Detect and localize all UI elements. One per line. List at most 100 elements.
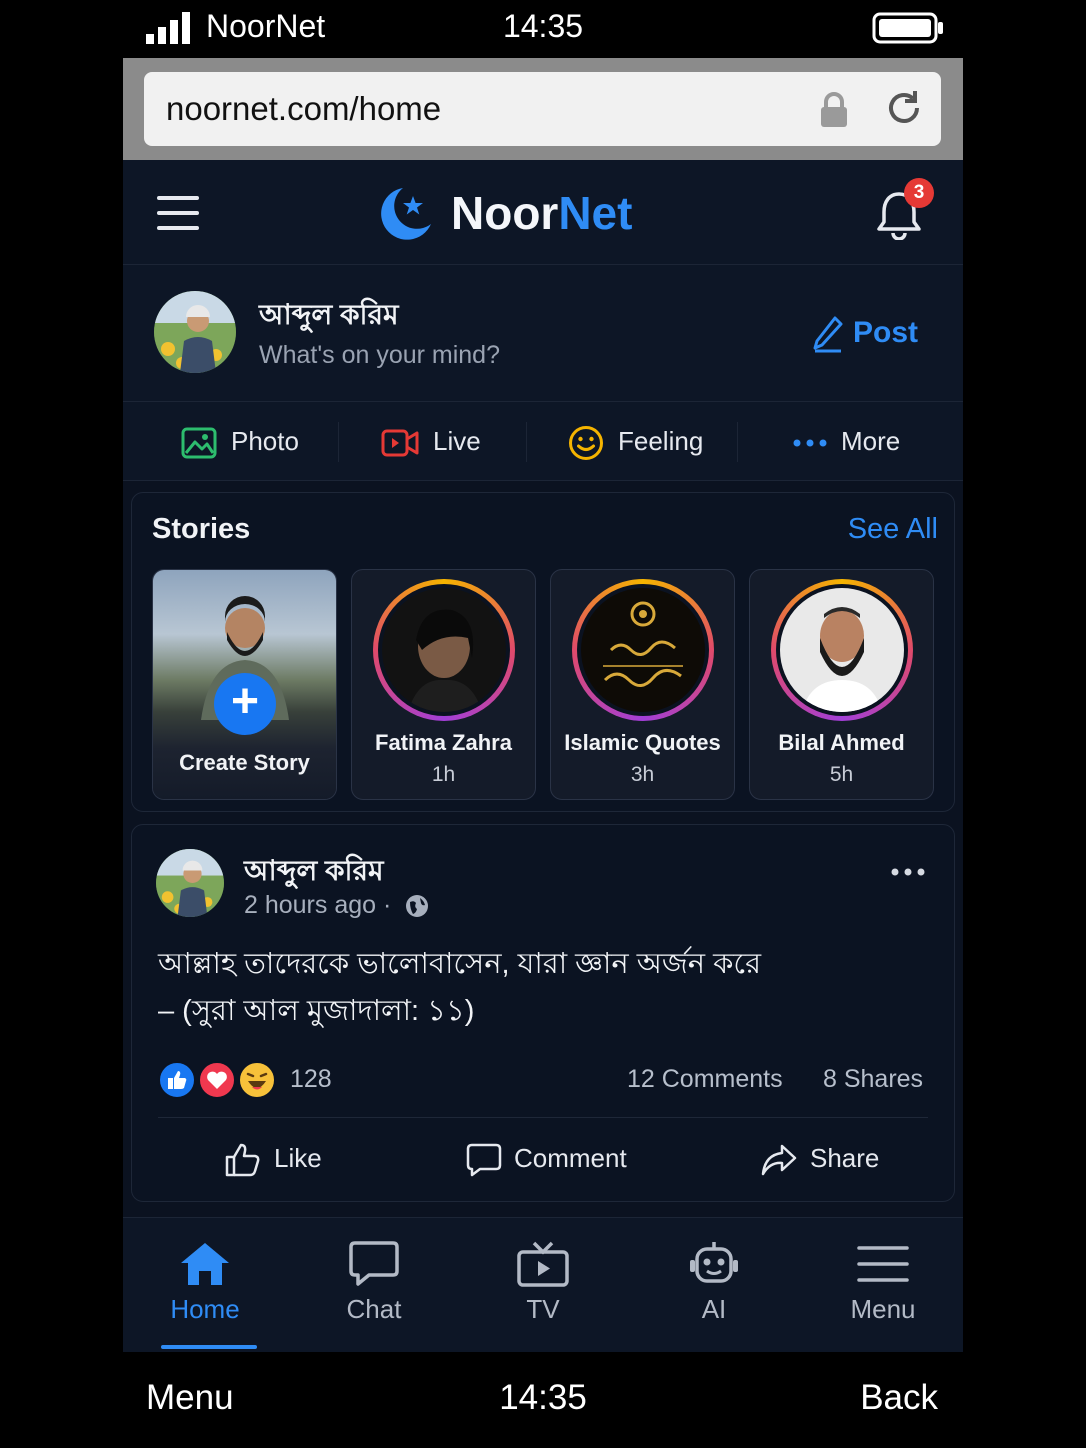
share-count[interactable]: 8 Shares [823,1065,923,1094]
brand-name: NoorNet [451,187,633,239]
app-header: NoorNet 3 [123,160,963,265]
active-tab-indicator [161,1345,257,1349]
address-bar[interactable]: noornet.com/home [144,72,941,146]
tab-home[interactable]: Home [145,1240,265,1325]
lock-icon [821,92,847,127]
tab-label: AI [701,1294,727,1324]
notification-badge[interactable]: 3 [904,178,934,208]
story-name: Islamic Quotes [564,730,721,755]
story-time: 3h [630,763,655,786]
haha-reaction-icon [238,1061,276,1099]
tab-ai[interactable]: AI [654,1240,774,1325]
post-composer: আব্দুল করিম What's on your mind? Post [123,265,963,402]
more-dots-icon [793,439,827,447]
more-action[interactable]: More [793,420,900,462]
create-story-label: Create Story [179,750,310,775]
comment-count[interactable]: 12 Comments [627,1065,783,1094]
smiley-icon [569,426,603,461]
love-reaction-icon [198,1061,236,1099]
tab-label: Home [170,1294,240,1324]
composer-user-name: আব্দুল করিম [259,299,399,330]
soft-key-bar: Menu 14:35 Back [0,1352,1086,1448]
menu-icon [857,1246,909,1282]
post-text-line: আল্লাহ তাদেরকে ভালোবাসেন, যারা জ্ঞান অর্… [158,948,762,980]
hamburger-menu-icon[interactable] [157,196,199,230]
post-meta: 2 hours ago · [244,891,430,920]
tab-label: Chat [346,1294,402,1324]
tab-chat[interactable]: Chat [314,1240,434,1325]
avatar[interactable] [154,291,236,373]
story-time: 1h [431,763,456,786]
story-name: Fatima Zahra [375,730,512,755]
comment-button[interactable]: Comment [466,1135,627,1181]
composer-prompt[interactable]: What's on your mind? [259,341,500,370]
story-avatar [780,588,904,712]
story-name: Bilal Ahmed [778,730,905,755]
app-screen: NoorNet 3 আব্দুল করিম What's on your min… [123,160,963,1352]
divider [158,1117,928,1118]
globe-icon [406,895,429,918]
photo-label: Photo [231,426,299,456]
comment-label: Comment [514,1143,627,1173]
pencil-icon [813,316,843,353]
post-button-label: Post [853,315,919,349]
tab-label: TV [526,1294,560,1324]
tab-label: Menu [850,1294,916,1324]
comment-icon [466,1143,502,1177]
post-options-icon[interactable] [890,867,926,877]
robot-icon [690,1242,738,1283]
tab-tv[interactable]: TV [483,1240,603,1325]
share-label: Share [810,1143,880,1173]
post-text-line: – (সুরা আল মুজাদালা: ১১) [158,995,475,1027]
stories-section: Stories See All + Create Story Fatima Za… [131,492,955,812]
photo-action[interactable]: Photo [181,420,299,462]
create-story-card[interactable]: + Create Story [152,569,337,800]
post-time: 2 hours ago · [244,891,392,919]
story-time: 5h [829,763,854,786]
live-label: Live [433,426,481,456]
avatar[interactable] [156,849,224,917]
story-ring [373,579,515,721]
story-avatar [581,588,705,712]
like-button[interactable]: Like [224,1135,322,1181]
share-button[interactable]: Share [760,1135,879,1181]
browser-chrome: noornet.com/home [123,58,963,160]
stories-title: Stories [152,513,251,545]
like-reaction-icon [158,1061,196,1099]
reload-icon[interactable] [884,88,924,128]
story-ring [572,579,714,721]
video-icon [381,429,419,457]
battery-icon [872,12,943,44]
live-action[interactable]: Live [381,420,481,462]
softkey-back[interactable]: Back [860,1378,938,1418]
photo-icon [181,427,217,459]
status-bar: NoorNet 14:35 [0,0,1086,58]
post-author[interactable]: আব্দুল করিম [244,849,384,896]
divider [526,422,527,462]
post-text: আল্লাহ তাদেরকে ভালোবাসেন, যারা জ্ঞান অর্… [158,941,928,1035]
tab-menu[interactable]: Menu [823,1240,943,1325]
like-label: Like [274,1143,322,1173]
story-card[interactable]: Fatima Zahra 1h [351,569,536,800]
story-card[interactable]: Bilal Ahmed 5h [749,569,934,800]
url-text[interactable]: noornet.com/home [166,90,441,128]
home-icon [181,1243,229,1285]
chat-icon [349,1241,399,1286]
add-story-plus-icon[interactable]: + [214,673,276,735]
more-label: More [841,426,901,456]
story-ring [771,579,913,721]
quick-actions: Photo Live Feeling More [123,402,963,481]
story-avatar [382,588,506,712]
post-button[interactable]: Post [813,315,918,353]
divider [338,422,339,462]
story-card[interactable]: Islamic Quotes 3h [550,569,735,800]
reaction-count[interactable]: 128 [290,1065,332,1094]
divider [737,422,738,462]
feeling-label: Feeling [618,426,704,456]
crescent-star-logo-icon [381,188,431,240]
see-all-link[interactable]: See All [848,513,938,546]
feed-post: আব্দুল করিম 2 hours ago · আল্লাহ তাদেরকে… [131,824,955,1202]
thumbs-up-icon [225,1143,260,1177]
share-icon [761,1144,797,1176]
feeling-action[interactable]: Feeling [568,420,703,462]
